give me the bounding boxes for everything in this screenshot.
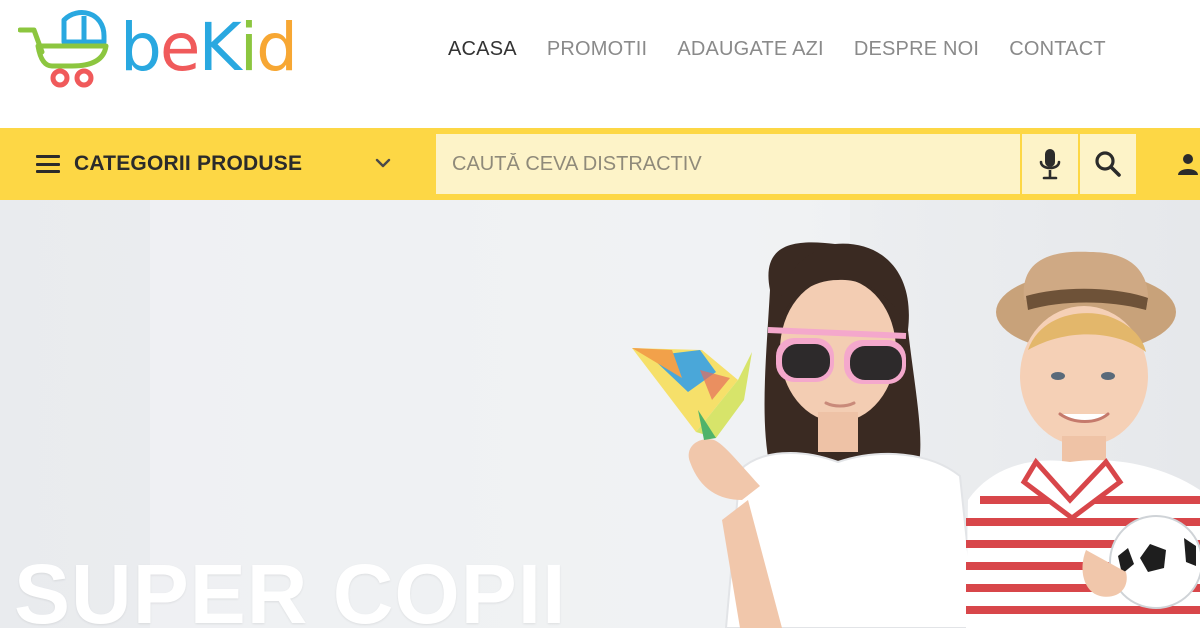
logo[interactable]: beKid xyxy=(18,8,318,90)
hero-title: SUPER COPII xyxy=(14,547,567,628)
categories-label: CATEGORII PRODUSE xyxy=(74,152,303,175)
nav-item-promotii[interactable]: PROMOTII xyxy=(547,38,648,61)
hamburger-icon xyxy=(36,155,60,173)
logo-letter: i xyxy=(239,9,258,86)
nav-item-despre-noi[interactable]: DESPRE NOI xyxy=(854,38,979,61)
logo-letter: K xyxy=(198,9,242,86)
main-nav: ACASA PROMOTII ADAUGATE AZI DESPRE NOI C… xyxy=(448,38,1136,61)
search-button[interactable] xyxy=(1080,134,1136,194)
logo-wordmark: beKid xyxy=(120,15,298,81)
microphone-icon xyxy=(1039,149,1061,180)
search-bar-strip: CATEGORII PRODUSE xyxy=(0,128,1200,200)
chevron-down-icon[interactable] xyxy=(374,154,392,172)
categories-menu-button[interactable]: CATEGORII PRODUSE xyxy=(36,128,396,200)
nav-item-adaugate-azi[interactable]: ADAUGATE AZI xyxy=(677,38,824,61)
nav-item-acasa[interactable]: ACASA xyxy=(448,38,517,61)
hero-banner[interactable]: SUPER COPII xyxy=(0,200,1200,628)
logo-letter: e xyxy=(159,9,201,86)
site-header: beKid ACASA PROMOTII ADAUGATE AZI DESPRE… xyxy=(0,0,1200,128)
stroller-icon xyxy=(18,10,109,88)
logo-letter: b xyxy=(120,9,162,86)
search-input[interactable] xyxy=(436,134,1020,194)
logo-letter: d xyxy=(256,9,298,86)
nav-item-contact[interactable]: CONTACT xyxy=(1009,38,1106,61)
search-icon xyxy=(1095,151,1121,177)
user-icon[interactable] xyxy=(1176,152,1200,176)
search-field-wrapper xyxy=(436,134,1020,194)
voice-search-button[interactable] xyxy=(1022,134,1078,194)
